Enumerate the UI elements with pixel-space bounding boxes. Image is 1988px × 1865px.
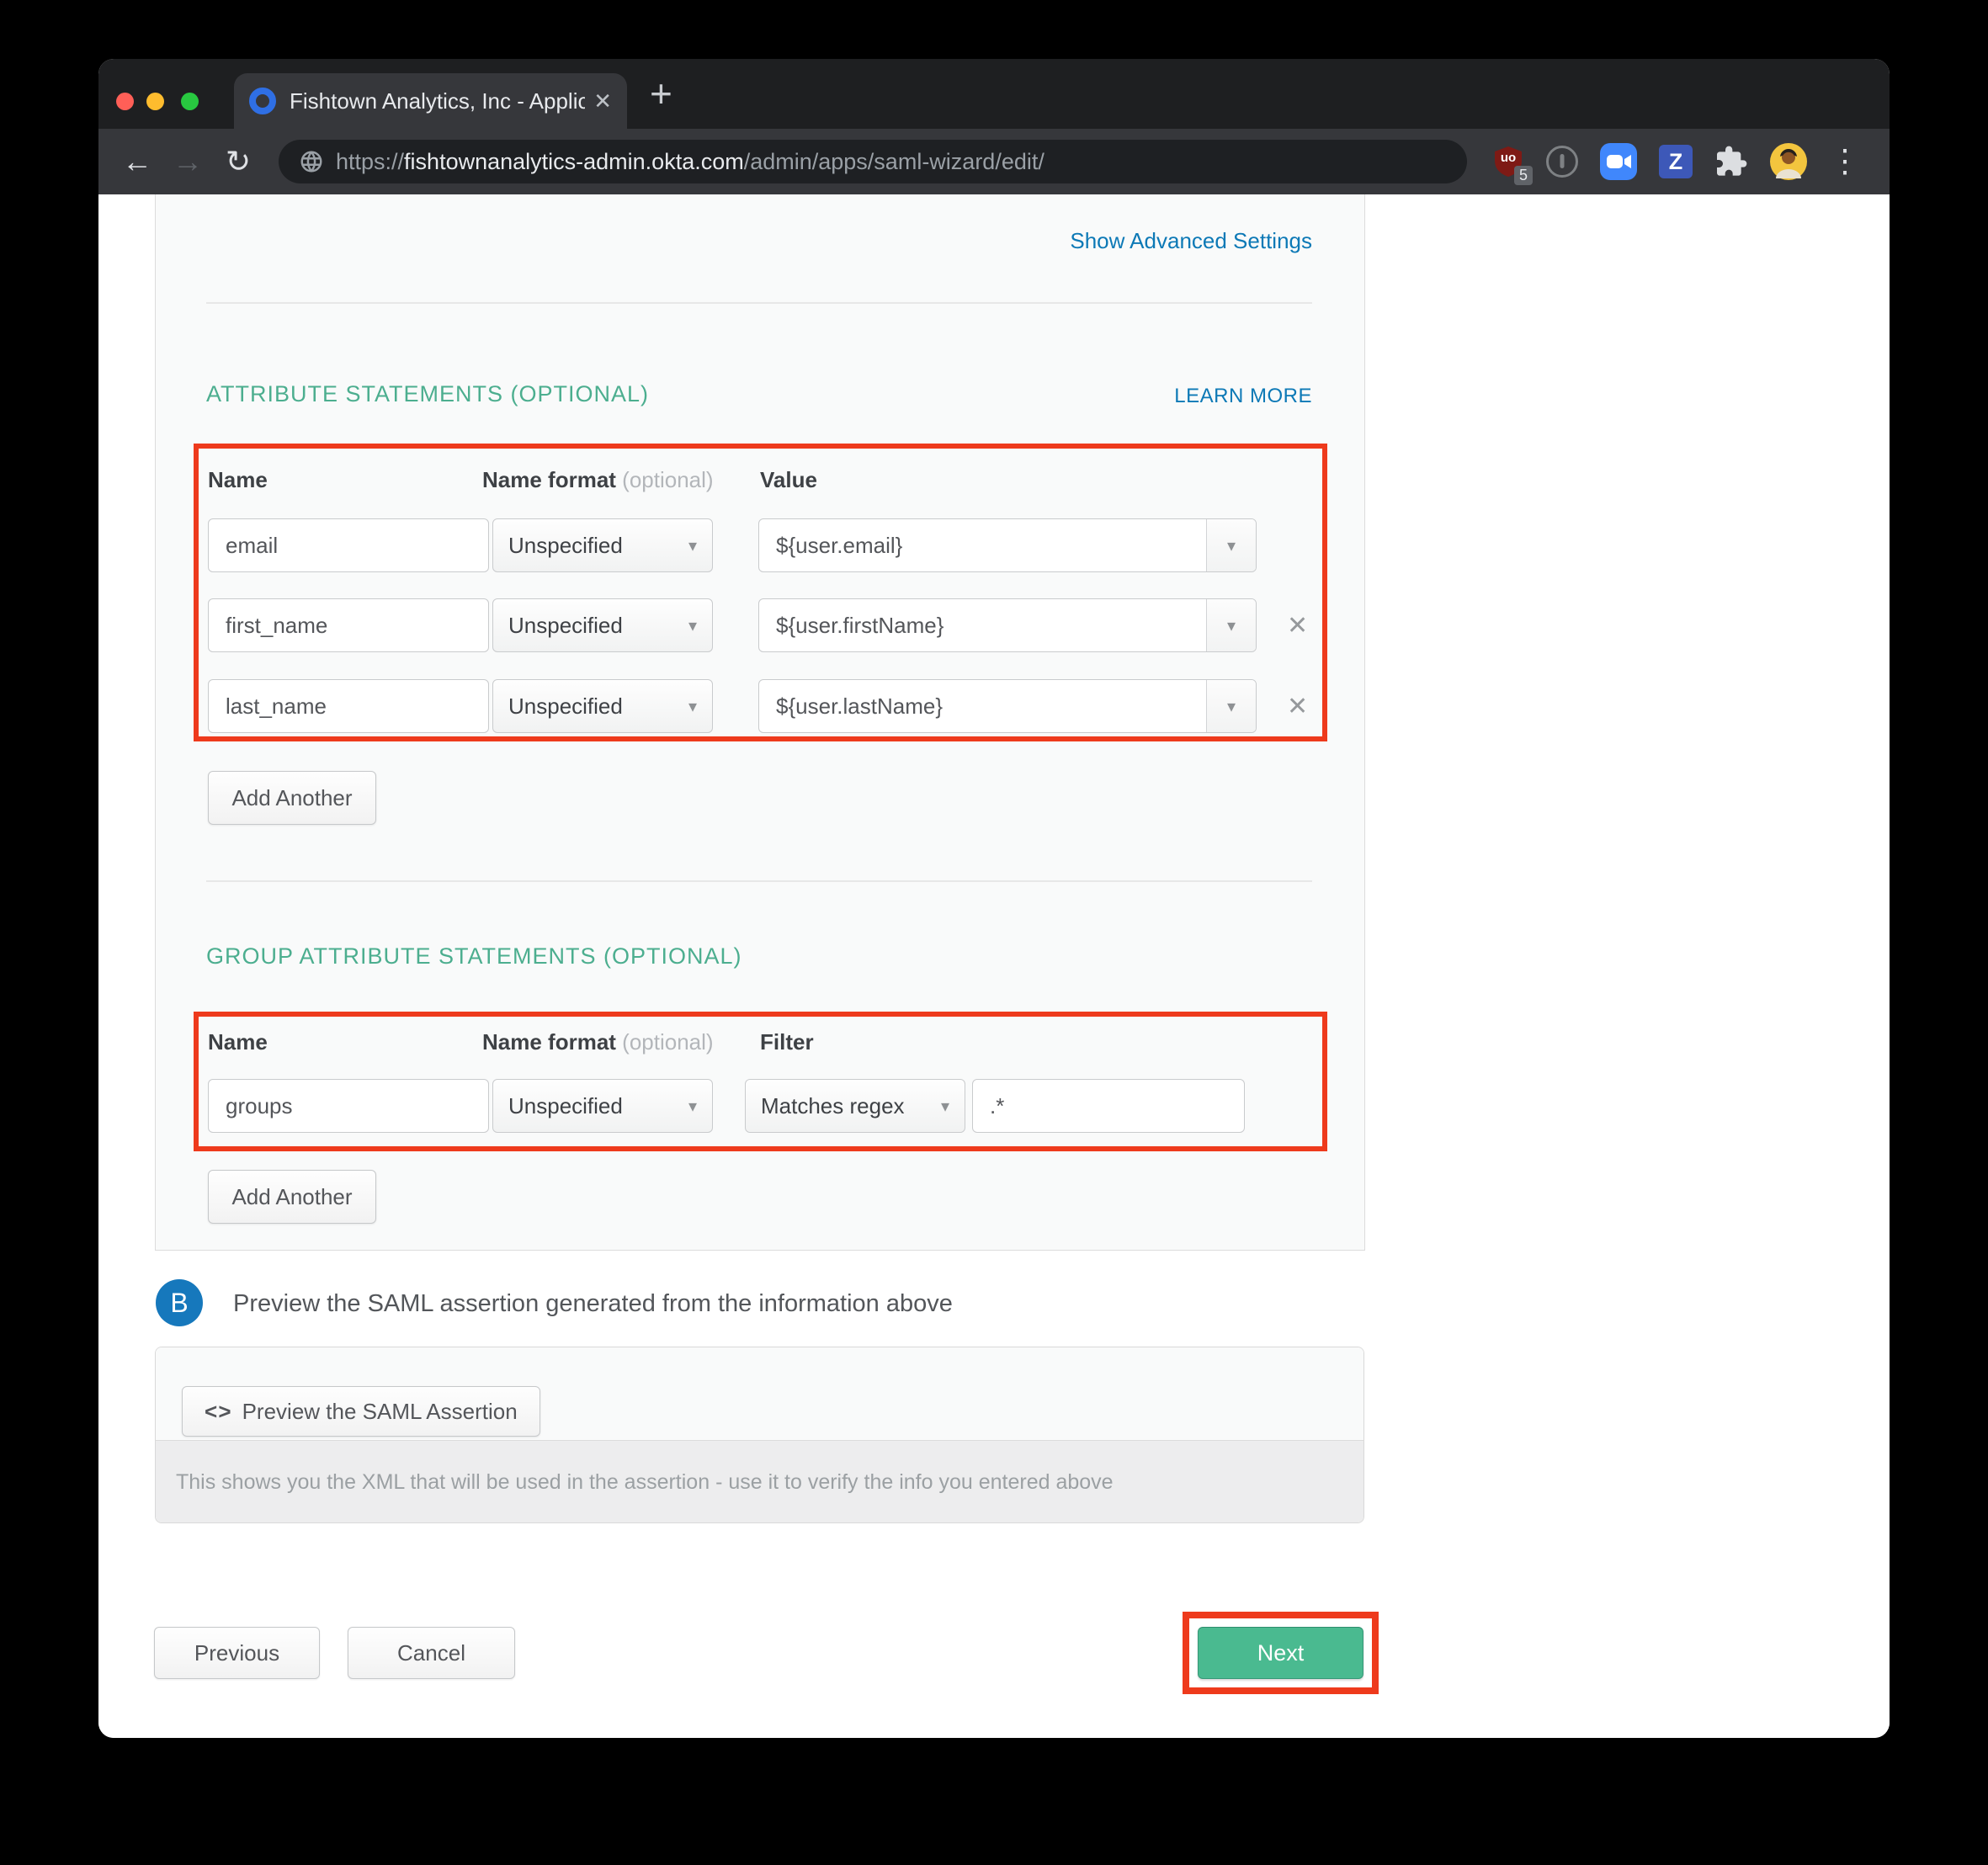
attr-name-input[interactable] [208,679,489,733]
dropdown-arrow-icon: ▾ [688,1096,697,1117]
dropdown-arrow-icon: ▾ [941,1096,949,1117]
attr-col-name-label: Name [208,467,268,493]
group-col-filter-label: Filter [760,1029,814,1055]
attr-value-dropdown-button[interactable]: ▾ [1206,599,1256,651]
ublock-badge: 5 [1514,166,1533,185]
onepassword-extension-icon[interactable] [1546,146,1578,178]
preview-note-bar: This shows you the XML that will be used… [156,1440,1363,1523]
learn-more-link[interactable]: LEARN MORE [1174,385,1312,408]
preview-saml-assertion-button[interactable]: < > Preview the SAML Assertion [182,1386,540,1437]
reload-button[interactable]: ↻ [220,144,257,179]
group-format-select[interactable]: Unspecified ▾ [492,1079,713,1133]
ublock-extension-icon[interactable]: uo 5 [1492,145,1524,178]
attribute-row: Unspecified ▾ ▾ [208,518,1257,572]
zoom-extension-icon[interactable] [1600,143,1637,180]
group-format-value: Unspecified [508,1093,623,1119]
dropdown-arrow-icon: ▾ [688,535,697,556]
preview-box-top: < > Preview the SAML Assertion [156,1347,1363,1440]
forward-button[interactable]: → [169,144,206,179]
group-filter-select[interactable]: Matches regex ▾ [745,1079,965,1133]
url-scheme: https:// [336,149,404,174]
attr-value-input[interactable] [759,680,1206,732]
ublock-label: uo [1492,151,1524,165]
dropdown-arrow-icon: ▾ [688,696,697,717]
z-extension-icon[interactable]: Z [1659,145,1693,178]
okta-favicon-icon [249,88,276,114]
address-bar[interactable]: https://fishtownanalytics-admin.okta.com… [279,140,1467,183]
fullscreen-window-button[interactable] [181,93,199,110]
group-name-input[interactable] [208,1079,489,1133]
attr-format-select[interactable]: Unspecified ▾ [492,518,713,572]
attr-format-value: Unspecified [508,693,623,720]
browser-tab[interactable]: Fishtown Analytics, Inc - Applic ✕ [234,73,627,129]
group-col-format-label: Name format (optional) [482,1029,714,1055]
attr-format-value: Unspecified [508,533,623,559]
attr-value-dropdown-button[interactable]: ▾ [1206,519,1256,571]
attr-name-input[interactable] [208,518,489,572]
site-info-icon[interactable] [299,149,324,174]
tab-title: Fishtown Analytics, Inc - Applic [290,88,585,114]
code-icon: < > [205,1399,229,1425]
new-tab-button[interactable]: + [650,74,672,113]
attr-col-format-label: Name format (optional) [482,467,714,493]
page-content: Show Advanced Settings ATTRIBUTE STATEME… [98,194,1890,1738]
attr-format-select[interactable]: Unspecified ▾ [492,598,713,652]
add-another-attribute-button[interactable]: Add Another [208,771,376,825]
close-tab-icon[interactable]: ✕ [593,88,612,114]
attr-format-select[interactable]: Unspecified ▾ [492,679,713,733]
browser-menu-icon[interactable]: ⋮ [1829,146,1861,178]
extensions-puzzle-icon[interactable] [1714,145,1748,178]
attr-value-combo: ▾ [758,679,1257,733]
saml-settings-panel: Show Advanced Settings ATTRIBUTE STATEME… [155,194,1365,1251]
minimize-window-button[interactable] [146,93,164,110]
attr-name-input[interactable] [208,598,489,652]
attr-format-value: Unspecified [508,613,623,639]
close-window-button[interactable] [116,93,134,110]
dropdown-arrow-icon: ▾ [1227,615,1236,636]
back-button[interactable]: ← [119,144,156,179]
dropdown-arrow-icon: ▾ [1227,535,1236,556]
dropdown-arrow-icon: ▾ [1227,696,1236,717]
group-col-optional-label: (optional) [622,1029,713,1055]
group-col-name-label: Name [208,1029,268,1055]
show-advanced-settings-link[interactable]: Show Advanced Settings [1070,228,1312,254]
next-button[interactable]: Next [1198,1627,1363,1679]
attr-value-combo: ▾ [758,518,1257,572]
step-b-badge: B [156,1279,203,1326]
attribute-row: Unspecified ▾ ▾ ✕ [208,679,1308,733]
attribute-statements-title: ATTRIBUTE STATEMENTS (OPTIONAL) [206,381,649,407]
preview-section-heading: Preview the SAML assertion generated fro… [233,1290,953,1318]
url-host: fishtownanalytics-admin.okta.com [404,149,744,174]
preview-button-label: Preview the SAML Assertion [242,1399,518,1425]
group-filter-expression-input[interactable] [972,1079,1245,1133]
attr-value-input[interactable] [759,519,1206,571]
attribute-row: Unspecified ▾ ▾ ✕ [208,598,1308,652]
url-path: /admin/apps/saml-wizard/edit/ [744,149,1044,174]
section-divider [206,302,1312,304]
dropdown-arrow-icon: ▾ [688,615,697,636]
attr-value-combo: ▾ [758,598,1257,652]
group-filter-value: Matches regex [761,1093,905,1119]
preview-assertion-box: < > Preview the SAML Assertion This show… [155,1347,1364,1523]
remove-row-icon[interactable]: ✕ [1287,611,1308,640]
browser-toolbar: ← → ↻ https://fishtownanalytics-admin.ok… [98,129,1890,194]
profile-avatar[interactable] [1770,143,1807,180]
browser-window: Fishtown Analytics, Inc - Applic ✕ + ← →… [98,59,1890,1738]
url-text: https://fishtownanalytics-admin.okta.com… [336,149,1044,175]
tab-strip: Fishtown Analytics, Inc - Applic ✕ + [98,59,1890,129]
attr-col-value-label: Value [760,467,817,493]
preview-note-text: This shows you the XML that will be used… [176,1470,1114,1495]
previous-button[interactable]: Previous [154,1627,320,1679]
group-attribute-statements-title: GROUP ATTRIBUTE STATEMENTS (OPTIONAL) [206,943,742,970]
attr-value-dropdown-button[interactable]: ▾ [1206,680,1256,732]
add-another-group-button[interactable]: Add Another [208,1170,376,1224]
cancel-button[interactable]: Cancel [348,1627,515,1679]
attr-value-input[interactable] [759,599,1206,651]
remove-row-icon[interactable]: ✕ [1287,692,1308,721]
section-divider [206,880,1312,882]
extension-area: uo 5 Z ⋮ [1492,143,1869,180]
group-attribute-row: Unspecified ▾ Matches regex ▾ [208,1079,1245,1133]
attr-col-optional-label: (optional) [622,467,713,492]
